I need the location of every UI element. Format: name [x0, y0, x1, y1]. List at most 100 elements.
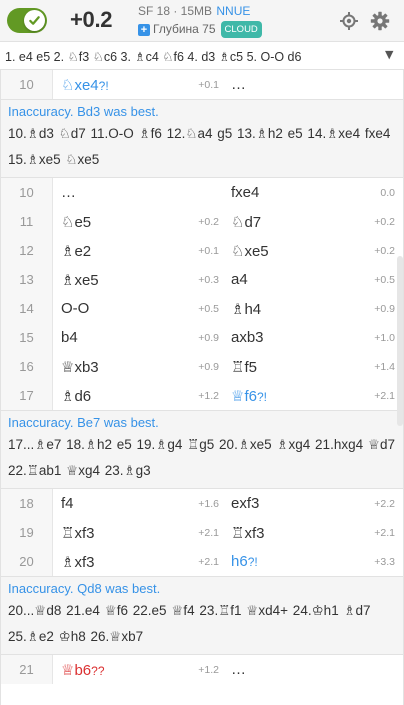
move-row: 15 b4 +0.9 axb3 +1.0 [1, 323, 403, 352]
move-list[interactable]: 10 ♘xe4?! +0.1 … Inaccuracy. Bd3 was bes… [0, 70, 404, 705]
move-eval: +1.2 [198, 390, 219, 402]
move-eval: +0.2 [374, 216, 395, 228]
move-row: 10 ♘xe4?! +0.1 … [1, 70, 403, 99]
move-san: ♘xe5 [231, 242, 269, 260]
move-number: 20 [1, 547, 53, 576]
move-san: O-O [61, 300, 90, 317]
move-eval: 0.0 [380, 187, 395, 199]
analysis-comment-block: Inaccuracy. Be7 was best. 17...♗e7 18.♗h… [1, 410, 403, 489]
black-move[interactable]: h6?! +3.3 [223, 547, 403, 576]
move-eval: +0.1 [198, 79, 219, 91]
plus-icon[interactable]: + [138, 23, 150, 36]
move-san: … [231, 661, 246, 678]
move-eval: +1.6 [198, 498, 219, 510]
white-move[interactable]: ♘xe4?! +0.1 [53, 70, 223, 99]
move-san: ♗h4 [231, 300, 262, 318]
move-san: ♖xf3 [61, 524, 95, 542]
inaccuracy-glyph: ?! [98, 78, 109, 93]
move-eval: +0.1 [198, 245, 219, 257]
move-san: exf3 [231, 495, 260, 512]
white-move[interactable]: ♗xf3 +2.1 [53, 547, 223, 576]
triangle-down-icon[interactable]: ▼ [385, 48, 393, 61]
move-row: 14 O-O +0.5 ♗h4 +0.9 [1, 294, 403, 323]
white-move[interactable]: ♘e5 +0.2 [53, 207, 223, 236]
move-row: 18 f4 +1.6 exf3 +2.2 [1, 489, 403, 518]
engine-info: SF 18 · 15MB NNUE + Глубина 75 CLOUD [138, 4, 338, 38]
best-line-variation[interactable]: 10.♗d3 ♘d7 11.O-O ♗f6 12.♘a4 g5 13.♗h2 e… [8, 121, 397, 173]
move-san: ♖xf3 [231, 524, 265, 542]
move-san: ♕b6?? [61, 661, 105, 679]
engine-toggle[interactable] [7, 8, 47, 33]
black-move[interactable]: ♗h4 +0.9 [223, 294, 403, 323]
white-move[interactable]: ♗d6 +1.2 [53, 381, 223, 410]
move-number: 10 [1, 178, 53, 207]
white-move[interactable]: ♗e2 +0.1 [53, 236, 223, 265]
black-move[interactable]: a4 +0.5 [223, 265, 403, 294]
inaccuracy-glyph: ?! [256, 389, 267, 404]
analysis-comment-block: Inaccuracy. Qd8 was best. 20...♕d8 21.e4… [1, 576, 403, 655]
white-move[interactable]: … [53, 178, 223, 207]
move-eval: +0.9 [374, 303, 395, 315]
move-eval: +3.3 [374, 556, 395, 568]
black-move[interactable]: ♕f6?! +2.1 [223, 381, 403, 410]
white-move[interactable]: ♗xe5 +0.3 [53, 265, 223, 294]
move-row: 12 ♗e2 +0.1 ♘xe5 +0.2 [1, 236, 403, 265]
white-move[interactable]: O-O +0.5 [53, 294, 223, 323]
move-eval: +2.1 [198, 527, 219, 539]
move-eval: +2.1 [374, 390, 395, 402]
move-san: ♕xb3 [61, 358, 99, 376]
move-san: ♗e2 [61, 242, 92, 260]
move-eval: +1.4 [374, 361, 395, 373]
move-san: … [61, 184, 76, 201]
move-number: 11 [1, 207, 53, 236]
move-san: ♘e5 [61, 213, 92, 231]
check-icon [24, 10, 45, 31]
move-number: 10 [1, 70, 53, 99]
white-move[interactable]: b4 +0.9 [53, 323, 223, 352]
move-san: fxe4 [231, 184, 260, 201]
best-line-variation[interactable]: 20...♕d8 21.e4 ♕f6 22.e5 ♕f4 23.♖f1 ♕xd4… [8, 598, 397, 650]
move-eval: +0.5 [198, 303, 219, 315]
move-number: 12 [1, 236, 53, 265]
move-san: ♗xe5 [61, 271, 99, 289]
move-row: 17 ♗d6 +1.2 ♕f6?! +2.1 [1, 381, 403, 410]
engine-eval-bar: +0.2 SF 18 · 15MB NNUE + Глубина 75 CLOU… [0, 0, 404, 42]
black-move[interactable]: fxe4 0.0 [223, 178, 403, 207]
principal-variation[interactable]: 1. e4 e5 2. ♘f3 ♘c6 3. ♗c4 ♘f6 4. d3 ♗c5… [0, 43, 404, 70]
blunder-glyph: ?? [91, 663, 105, 678]
move-san: h6?! [231, 553, 258, 570]
move-san: ♗xf3 [61, 553, 95, 571]
black-move[interactable]: ♖xf3 +2.1 [223, 518, 403, 547]
move-eval: +0.9 [198, 332, 219, 344]
black-move[interactable]: axb3 +1.0 [223, 323, 403, 352]
black-move[interactable]: exf3 +2.2 [223, 489, 403, 518]
inaccuracy-glyph: ?! [247, 555, 258, 569]
move-san: ♕f6?! [231, 387, 267, 405]
best-line-variation[interactable]: 17...♗e7 18.♗h2 e5 19.♗g4 ♖g5 20.♗xe5 ♗x… [8, 432, 397, 484]
move-number: 15 [1, 323, 53, 352]
move-san: f4 [61, 495, 74, 512]
move-eval: +2.2 [374, 498, 395, 510]
move-eval: +2.1 [374, 527, 395, 539]
white-move[interactable]: ♖xf3 +2.1 [53, 518, 223, 547]
black-move[interactable]: ♘xe5 +0.2 [223, 236, 403, 265]
black-move[interactable]: … [223, 70, 403, 99]
white-move[interactable]: f4 +1.6 [53, 489, 223, 518]
move-row: 16 ♕xb3 +0.9 ♖f5 +1.4 [1, 352, 403, 381]
white-move[interactable]: ♕xb3 +0.9 [53, 352, 223, 381]
move-number: 17 [1, 381, 53, 410]
target-icon[interactable] [339, 11, 359, 31]
scrollbar[interactable] [397, 256, 403, 426]
move-row: 11 ♘e5 +0.2 ♘d7 +0.2 [1, 207, 403, 236]
move-san: ♗d6 [61, 387, 92, 405]
move-san: a4 [231, 271, 248, 288]
black-move[interactable]: ♘d7 +0.2 [223, 207, 403, 236]
black-move[interactable]: ♖f5 +1.4 [223, 352, 403, 381]
move-row: 20 ♗xf3 +2.1 h6?! +3.3 [1, 547, 403, 576]
move-number: 19 [1, 518, 53, 547]
inaccuracy-comment: Inaccuracy. Bd3 was best. [8, 104, 159, 119]
gear-icon[interactable] [370, 11, 390, 31]
engine-tag: NNUE [216, 4, 251, 18]
black-move[interactable]: … [223, 655, 403, 684]
white-move[interactable]: ♕b6?? +1.2 [53, 655, 223, 684]
